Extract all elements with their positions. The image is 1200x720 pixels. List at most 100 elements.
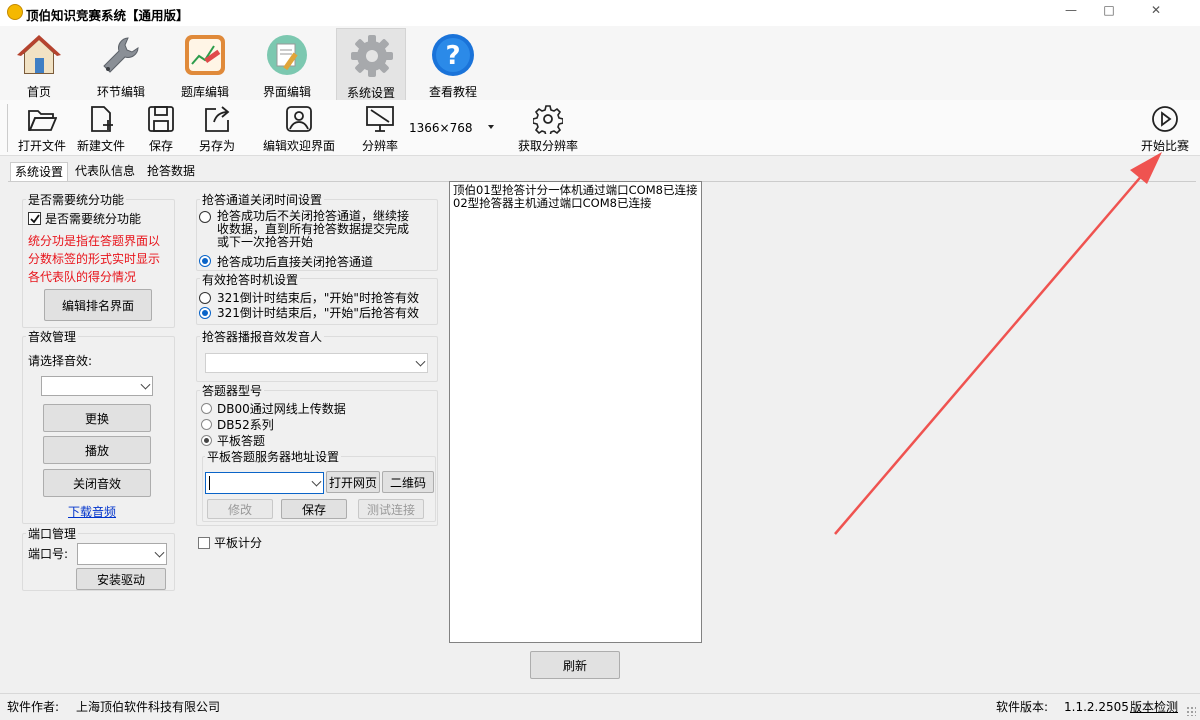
log-line: 02型抢答器主机通过端口COM8已连接: [453, 196, 652, 210]
port-select[interactable]: [77, 543, 167, 565]
scoring-checkbox-label: 是否需要统分功能: [45, 212, 142, 226]
close-channel-option-2-label: 抢答成功后直接关闭抢答通道: [217, 255, 374, 269]
server-group-title: 平板答题服务器地址设置: [205, 448, 342, 465]
ribbon-tab-ui-edit[interactable]: 界面编辑: [252, 28, 322, 100]
close-button[interactable]: ✕: [1128, 0, 1184, 22]
caret-down-icon: [488, 125, 494, 129]
modify-button[interactable]: 修改: [207, 499, 273, 519]
server-save-button[interactable]: 保存: [281, 499, 347, 519]
resolution-button[interactable]: 分辨率: [356, 102, 404, 154]
device-group-title: 答题器型号: [200, 382, 265, 399]
tab-buzzer-data[interactable]: 抢答数据: [143, 162, 199, 182]
chevron-down-icon: [140, 379, 151, 390]
ribbon-tab-label: 界面编辑: [262, 85, 311, 99]
get-resolution-button[interactable]: 获取分辨率: [510, 102, 586, 154]
minimize-button[interactable]: —: [1052, 0, 1090, 22]
test-connection-button[interactable]: 测试连接: [358, 499, 424, 519]
close-channel-option-1-label: 抢答成功后不关闭抢答通道，继续接 收数据，直到所有抢答数据提交完成 或下一次抢答…: [217, 210, 409, 249]
device-option-db52[interactable]: [201, 419, 212, 430]
connection-log[interactable]: 顶伯01型抢答计分一体机通过端口COM8已连接 02型抢答器主机通过端口COM8…: [449, 181, 702, 643]
app-logo-icon: [7, 4, 23, 20]
ribbon-tab-system-settings[interactable]: 系统设置: [336, 28, 406, 100]
close-channel-group-title: 抢答通道关闭时间设置: [200, 191, 325, 208]
tab-system-settings[interactable]: 系统设置: [10, 162, 69, 182]
ribbon-tab-label: 首页: [26, 85, 51, 99]
new-file-button[interactable]: 新建文件: [72, 102, 130, 154]
check-icon: [30, 214, 40, 224]
device-option-db52-label: DB52系列: [217, 418, 274, 432]
valid-timing-option-2-label: 321倒计时结束后，"开始"后抢答有效: [217, 306, 419, 320]
ribbon-tab-question-edit[interactable]: 题库编辑: [170, 28, 240, 100]
ribbon-tab-stage-edit[interactable]: 环节编辑: [86, 28, 156, 100]
port-label: 端口号:: [28, 547, 69, 561]
tablet-scoring-checkbox[interactable]: [198, 537, 210, 549]
device-option-tablet-label: 平板答题: [217, 434, 266, 448]
valid-timing-option-2[interactable]: [199, 307, 211, 319]
download-audio-link[interactable]: 下载音频: [68, 505, 116, 519]
resolution-dropdown[interactable]: 1366×768: [406, 119, 496, 137]
palette-edit-icon: [267, 35, 307, 75]
close-sound-button[interactable]: 关闭音效: [43, 469, 151, 497]
svg-text:?: ?: [445, 41, 460, 71]
scoring-note: 统分功是指在答题界面以 分数标签的形式实时显示 各代表队的得分情况: [28, 232, 160, 286]
chart-edit-icon: [185, 35, 225, 75]
tablet-scoring-label: 平板计分: [214, 536, 263, 550]
replace-sound-button[interactable]: 更换: [43, 404, 151, 432]
close-channel-option-2[interactable]: [199, 255, 211, 267]
start-match-button[interactable]: 开始比赛: [1136, 102, 1194, 154]
new-file-icon: [91, 106, 113, 132]
device-option-tablet[interactable]: [201, 435, 212, 446]
radio-dot: [204, 438, 209, 443]
close-channel-option-1[interactable]: [199, 211, 211, 223]
sound-group-title: 音效管理: [26, 328, 79, 345]
install-driver-button[interactable]: 安装驱动: [76, 568, 166, 590]
toolbar-divider: [7, 104, 8, 152]
announcer-select[interactable]: [205, 353, 428, 373]
edit-welcome-button[interactable]: 编辑欢迎界面: [258, 102, 340, 154]
tab-team-info[interactable]: 代表队信息: [71, 162, 139, 182]
start-match-label: 开始比赛: [1140, 139, 1189, 153]
valid-timing-group-title: 有效抢答时机设置: [200, 271, 301, 288]
save-button[interactable]: 保存: [138, 102, 184, 154]
ribbon-tab-home[interactable]: 首页: [4, 28, 74, 100]
ribbon-tab-tutorial[interactable]: ? 查看教程: [418, 28, 488, 100]
chevron-down-icon: [311, 476, 322, 487]
author-label: 软件作者:: [7, 700, 60, 714]
text-cursor: [209, 476, 210, 490]
scoring-checkbox[interactable]: [28, 212, 41, 225]
image-icon: [286, 106, 312, 132]
edit-welcome-label: 编辑欢迎界面: [262, 139, 335, 153]
home-icon: [17, 35, 61, 74]
scoring-note-line: 分数标签的形式实时显示: [28, 252, 161, 266]
restore-button[interactable]: □: [1090, 0, 1128, 22]
scoring-note-line: 统分功是指在答题界面以: [28, 234, 161, 248]
device-option-db00[interactable]: [201, 403, 212, 414]
help-icon: ?: [432, 34, 474, 76]
save-as-label: 另存为: [198, 139, 235, 153]
edit-rank-button[interactable]: 编辑排名界面: [44, 289, 152, 321]
ribbon-tab-label: 查看教程: [428, 85, 477, 99]
author-value: 上海顶伯软件科技有限公司: [76, 700, 221, 714]
open-file-button[interactable]: 打开文件: [14, 102, 70, 154]
sound-select[interactable]: [41, 376, 153, 396]
announcer-group-title: 抢答器播报音效发音人: [200, 328, 325, 345]
toolbar: 打开文件 新建文件 保存 另存为 编辑欢迎界面 分辨率 1366×768 获取分…: [0, 100, 1200, 156]
ribbon-tab-label: 系统设置: [346, 86, 395, 100]
monitor-icon: [366, 106, 394, 132]
valid-timing-option-1-label: 321倒计时结束后，"开始"时抢答有效: [217, 291, 419, 305]
device-option-db00-label: DB00通过网线上传数据: [217, 402, 346, 416]
port-group-title: 端口管理: [26, 525, 79, 542]
qrcode-button[interactable]: 二维码: [382, 471, 434, 493]
version-value: 1.1.2.2505: [1064, 700, 1129, 714]
share-export-icon: [205, 106, 230, 132]
play-sound-button[interactable]: 播放: [43, 436, 151, 464]
refresh-button[interactable]: 刷新: [530, 651, 620, 679]
server-address-input[interactable]: [205, 472, 324, 494]
resize-grip-icon[interactable]: [1186, 706, 1196, 716]
open-webpage-button[interactable]: 打开网页: [326, 471, 380, 493]
open-file-label: 打开文件: [17, 139, 66, 153]
log-text: 顶伯01型抢答计分一体机通过端口COM8已连接 02型抢答器主机通过端口COM8…: [450, 182, 701, 212]
version-check-link[interactable]: 版本检测: [1130, 700, 1178, 714]
valid-timing-option-1[interactable]: [199, 292, 211, 304]
save-as-button[interactable]: 另存为: [194, 102, 240, 154]
